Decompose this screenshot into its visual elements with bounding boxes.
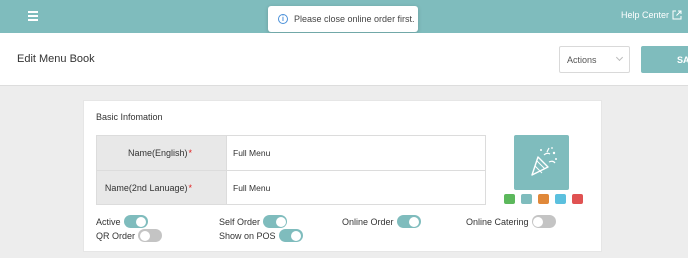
toggle-label: Online Order [342,216,394,227]
toggle-active: Active [96,215,148,228]
color-swatch[interactable] [521,194,532,204]
name-second-language-label-text: Name(2nd Lanuage) [104,182,188,193]
page-header: Edit Menu Book Actions SA [0,33,688,86]
party-popper-icon [531,147,557,176]
basic-information-card: Basic Infomation Name(English) * Full Men… [83,100,602,252]
save-label: SA [677,54,688,65]
chevron-down-icon [615,53,624,62]
hamburger-menu-icon[interactable] [28,11,38,21]
actions-label: Actions [567,54,597,65]
name-second-language-label: Name(2nd Lanuage) * [97,171,227,204]
help-center-link[interactable]: Help Center [621,10,682,20]
page-title: Edit Menu Book [17,53,95,65]
required-mark: * [188,182,192,193]
toggle-online-catering: Online Catering [466,215,556,228]
toggle-self-order: Self Order [219,215,288,228]
toggle-switch[interactable] [531,215,556,228]
color-swatch[interactable] [538,194,549,204]
form-row-name-english: Name(English) * Full Menu [97,136,485,170]
external-link-icon [672,10,682,20]
name-second-language-input[interactable]: Full Menu [227,171,485,204]
help-center-label: Help Center [620,10,669,20]
color-swatches [504,194,583,204]
toggle-show-on-pos: Show on POS [219,229,303,242]
form-row-name-second-language: Name(2nd Lanuage) * Full Menu [97,170,485,204]
toggle-switch[interactable] [278,229,303,242]
color-swatch[interactable] [572,194,583,204]
info-icon: i [278,14,288,24]
actions-dropdown[interactable]: Actions [559,46,630,73]
toggle-label: Self Order [219,216,261,227]
toast-message: i Please close online order first. [268,6,418,32]
toggle-online-order: Online Order [342,215,421,228]
toggle-switch[interactable] [138,229,163,242]
name-english-label-text: Name(English) [127,148,188,158]
toggle-label: Online Catering [466,216,529,227]
section-title: Basic Infomation [96,112,163,122]
color-swatch[interactable] [504,194,515,204]
name-english-input[interactable]: Full Menu [227,136,485,170]
name-english-label: Name(English) * [97,136,227,170]
required-mark: * [188,148,192,158]
toggle-label: Show on POS [219,230,276,241]
toggle-switch[interactable] [123,215,148,228]
save-button[interactable]: SA [641,46,688,73]
toggle-switch[interactable] [263,215,288,228]
name-form: Name(English) * Full Menu Name(2nd Lanuag… [96,135,486,205]
toggle-label: QR Order [96,230,136,241]
color-swatch[interactable] [555,194,566,204]
toggle-switch[interactable] [396,215,421,228]
toggle-qr-order: QR Order [96,229,163,242]
toggle-label: Active [96,216,121,227]
toast-text: Please close online order first. [294,14,415,24]
menu-image-picker[interactable] [514,135,569,190]
